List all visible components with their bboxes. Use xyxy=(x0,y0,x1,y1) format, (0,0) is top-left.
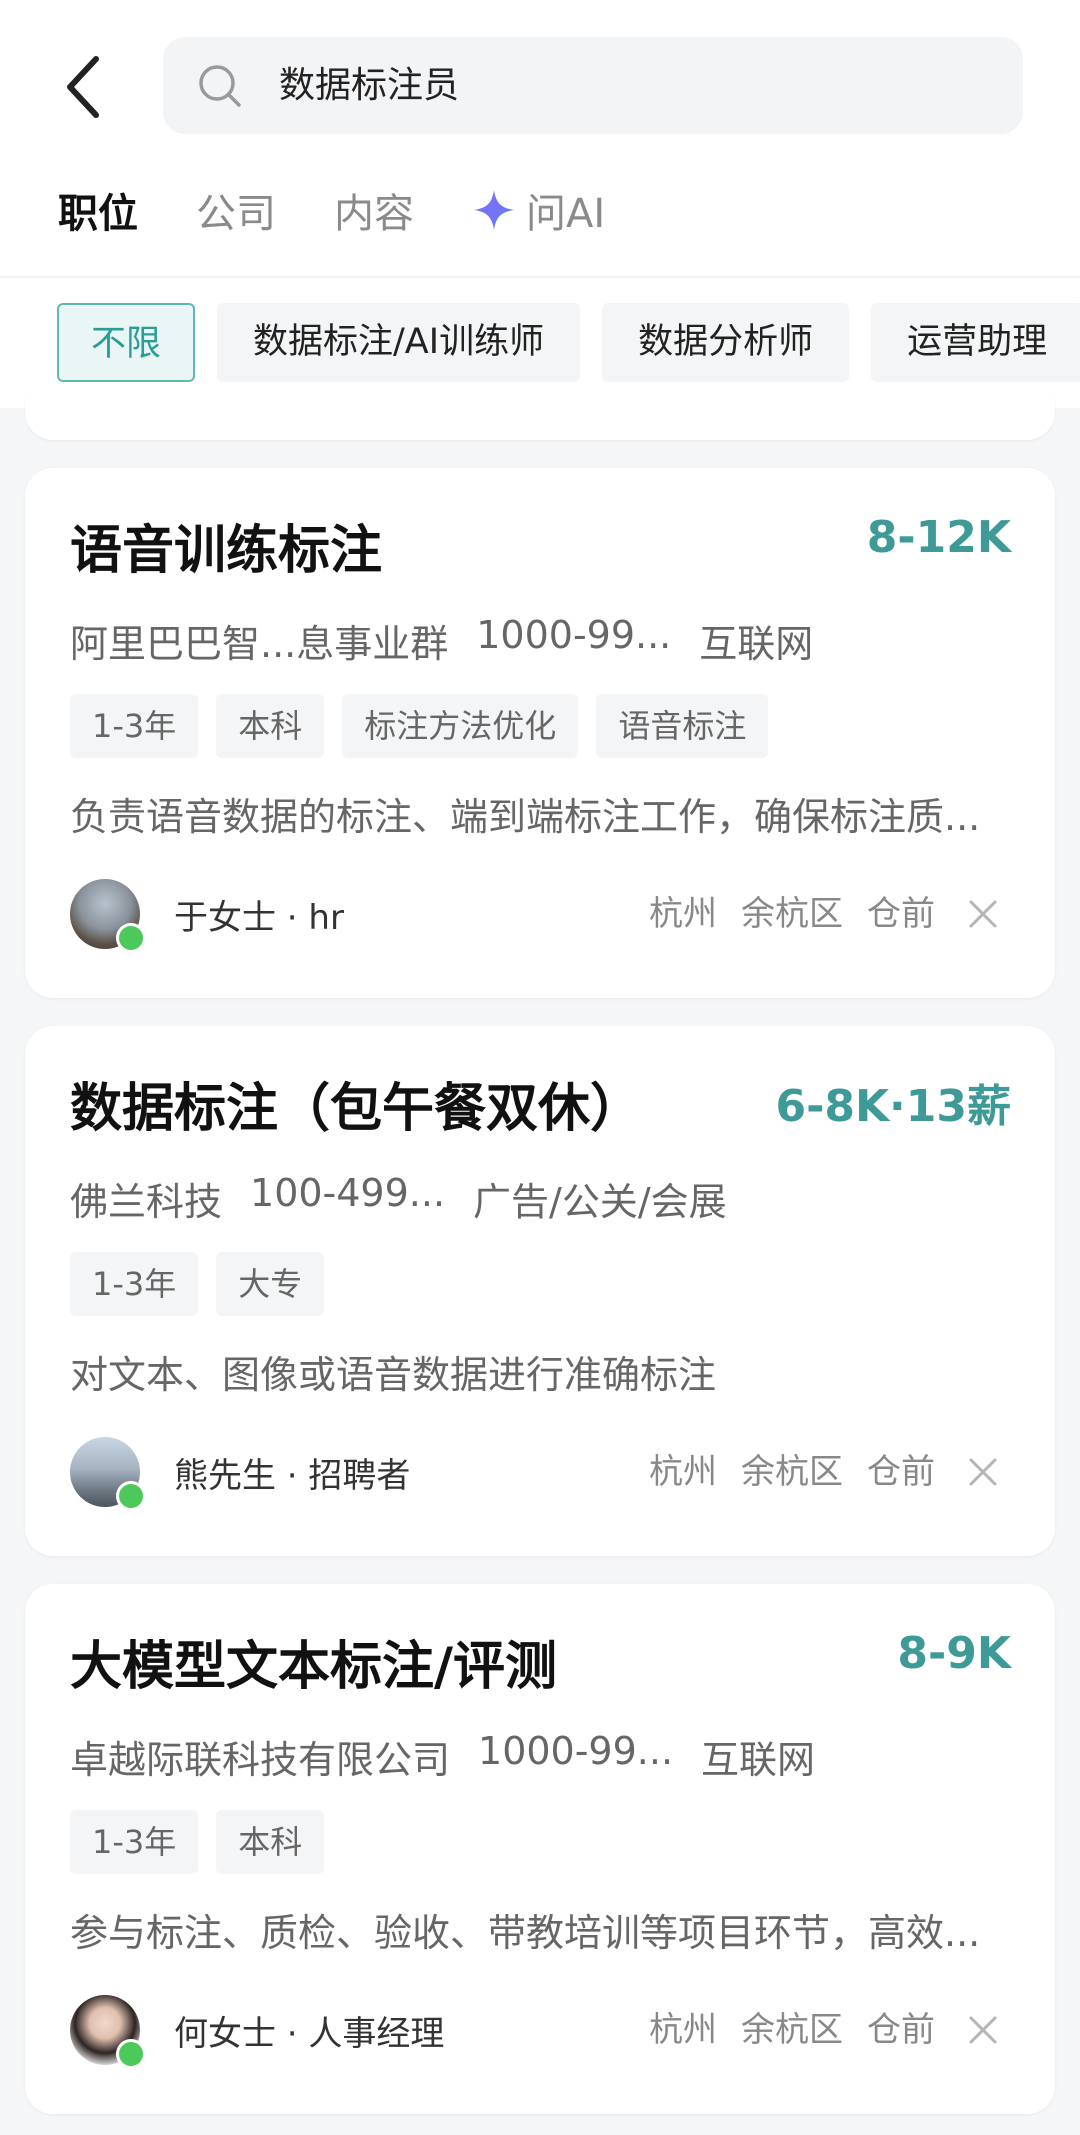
job-tag: 大专 xyxy=(216,1252,325,1316)
sparkle-icon xyxy=(474,190,514,230)
search-query: 数据标注员 xyxy=(279,65,460,106)
job-card[interactable]: 大模型文本标注/评测 8-9K 卓越际联科技有限公司 1000-99... 互联… xyxy=(25,1584,1055,2114)
job-tag: 1-3年 xyxy=(70,1810,199,1874)
tab-content-label: 内容 xyxy=(334,191,414,237)
tab-ask-ai-label: 问AI xyxy=(526,191,606,237)
job-title: 语音训练标注 xyxy=(70,521,383,581)
search-icon xyxy=(199,65,241,107)
avatar xyxy=(70,1995,146,2069)
filter-chip-unlimited[interactable]: 不限 xyxy=(57,303,196,382)
tab-ask-ai[interactable]: 问AI xyxy=(472,181,605,239)
tab-content[interactable]: 内容 xyxy=(334,181,414,239)
avatar xyxy=(70,879,146,953)
online-status-dot xyxy=(116,2039,146,2069)
recruiter-name: 于女士 · hr xyxy=(174,897,344,938)
job-tag: 1-3年 xyxy=(70,694,199,758)
chevron-left-icon xyxy=(67,56,99,118)
avatar xyxy=(70,1437,146,1511)
close-icon[interactable] xyxy=(963,1452,1003,1492)
recruiter-info[interactable]: 熊先生 · 招聘者 xyxy=(70,1436,411,1511)
company-size: 1000-99... xyxy=(478,1729,674,1773)
category-tabs: 职位 公司 内容 问AI xyxy=(58,178,663,242)
previous-job-card-edge xyxy=(25,395,1055,440)
recruiter-name: 熊先生 · 招聘者 xyxy=(174,1455,411,1496)
company-info: 阿里巴巴智...息事业群 1000-99... 互联网 xyxy=(70,613,841,668)
job-description: 负责语音数据的标注、端到端标注工作，确保标注质... xyxy=(70,795,981,839)
recruiter-info[interactable]: 何女士 · 人事经理 xyxy=(70,1994,445,2069)
recruiter-name: 何女士 · 人事经理 xyxy=(174,2013,445,2054)
job-description: 对文本、图像或语音数据进行准确标注 xyxy=(70,1353,717,1397)
job-location: 杭州 余杭区 仓前 xyxy=(625,1436,935,1508)
job-tags: 1-3年 本科 xyxy=(70,1810,342,1874)
location-district: 余杭区 xyxy=(741,894,843,934)
location-area: 仓前 xyxy=(867,1452,935,1492)
filter-chip-ops-assistant[interactable]: 运营助理 xyxy=(871,303,1080,382)
job-card[interactable]: 数据标注（包午餐双休） 6-8K·13薪 佛兰科技 100-499... 广告/… xyxy=(25,1026,1055,1556)
filter-chips: 不限 数据标注/AI训练师 数据分析师 运营助理 xyxy=(57,303,1080,382)
close-icon[interactable] xyxy=(963,2010,1003,2050)
job-tag: 本科 xyxy=(216,694,325,758)
location-area: 仓前 xyxy=(867,894,935,934)
job-salary: 6-8K·13薪 xyxy=(775,1081,1011,1132)
company-name: 卓越际联科技有限公司 xyxy=(70,1738,451,1782)
filter-chip-annotation[interactable]: 数据标注/AI训练师 xyxy=(217,303,581,382)
job-title: 数据标注（包午餐双休） xyxy=(70,1079,643,1139)
company-info: 卓越际联科技有限公司 1000-99... 互联网 xyxy=(70,1729,843,1784)
top-header: 数据标注员 职位 公司 内容 问AI 不限 数据标注/AI训练师 数据分析师 运… xyxy=(0,0,1080,408)
job-tag: 标注方法优化 xyxy=(342,694,579,758)
online-status-dot xyxy=(116,923,146,953)
job-tags: 1-3年 本科 标注方法优化 语音标注 xyxy=(70,694,786,758)
location-district: 余杭区 xyxy=(741,1452,843,1492)
location-district: 余杭区 xyxy=(741,2010,843,2050)
job-location: 杭州 余杭区 仓前 xyxy=(625,878,935,950)
tab-jobs-label: 职位 xyxy=(58,191,138,237)
back-button[interactable] xyxy=(52,52,112,122)
job-tag: 本科 xyxy=(216,1810,325,1874)
divider xyxy=(0,276,1080,278)
company-industry: 互联网 xyxy=(699,622,814,666)
location-city: 杭州 xyxy=(649,1452,717,1492)
job-description: 参与标注、质检、验收、带教培训等项目环节，高效... xyxy=(70,1911,981,1955)
job-tags: 1-3年 大专 xyxy=(70,1252,342,1316)
company-size: 1000-99... xyxy=(476,613,672,657)
company-name: 佛兰科技 xyxy=(70,1180,223,1224)
job-card[interactable]: 语音训练标注 8-12K 阿里巴巴智...息事业群 1000-99... 互联网… xyxy=(25,468,1055,998)
search-input[interactable]: 数据标注员 xyxy=(163,37,1023,134)
company-industry: 互联网 xyxy=(701,1738,816,1782)
recruiter-info[interactable]: 于女士 · hr xyxy=(70,878,344,953)
tab-companies-label: 公司 xyxy=(196,191,276,237)
company-info: 佛兰科技 100-499... 广告/公关/会展 xyxy=(70,1171,755,1226)
job-salary: 8-12K xyxy=(866,512,1011,563)
close-icon[interactable] xyxy=(963,894,1003,934)
job-tag: 1-3年 xyxy=(70,1252,199,1316)
company-industry: 广告/公关/会展 xyxy=(473,1180,727,1224)
job-title: 大模型文本标注/评测 xyxy=(70,1637,557,1697)
location-city: 杭州 xyxy=(649,2010,717,2050)
tab-companies[interactable]: 公司 xyxy=(196,181,276,239)
location-city: 杭州 xyxy=(649,894,717,934)
company-name: 阿里巴巴智...息事业群 xyxy=(70,622,449,666)
tab-jobs[interactable]: 职位 xyxy=(58,181,138,239)
filter-chip-data-analyst[interactable]: 数据分析师 xyxy=(602,303,850,382)
job-tag: 语音标注 xyxy=(596,694,769,758)
job-location: 杭州 余杭区 仓前 xyxy=(625,1994,935,2066)
company-size: 100-499... xyxy=(250,1171,446,1215)
location-area: 仓前 xyxy=(867,2010,935,2050)
online-status-dot xyxy=(116,1481,146,1511)
job-salary: 8-9K xyxy=(897,1628,1011,1679)
